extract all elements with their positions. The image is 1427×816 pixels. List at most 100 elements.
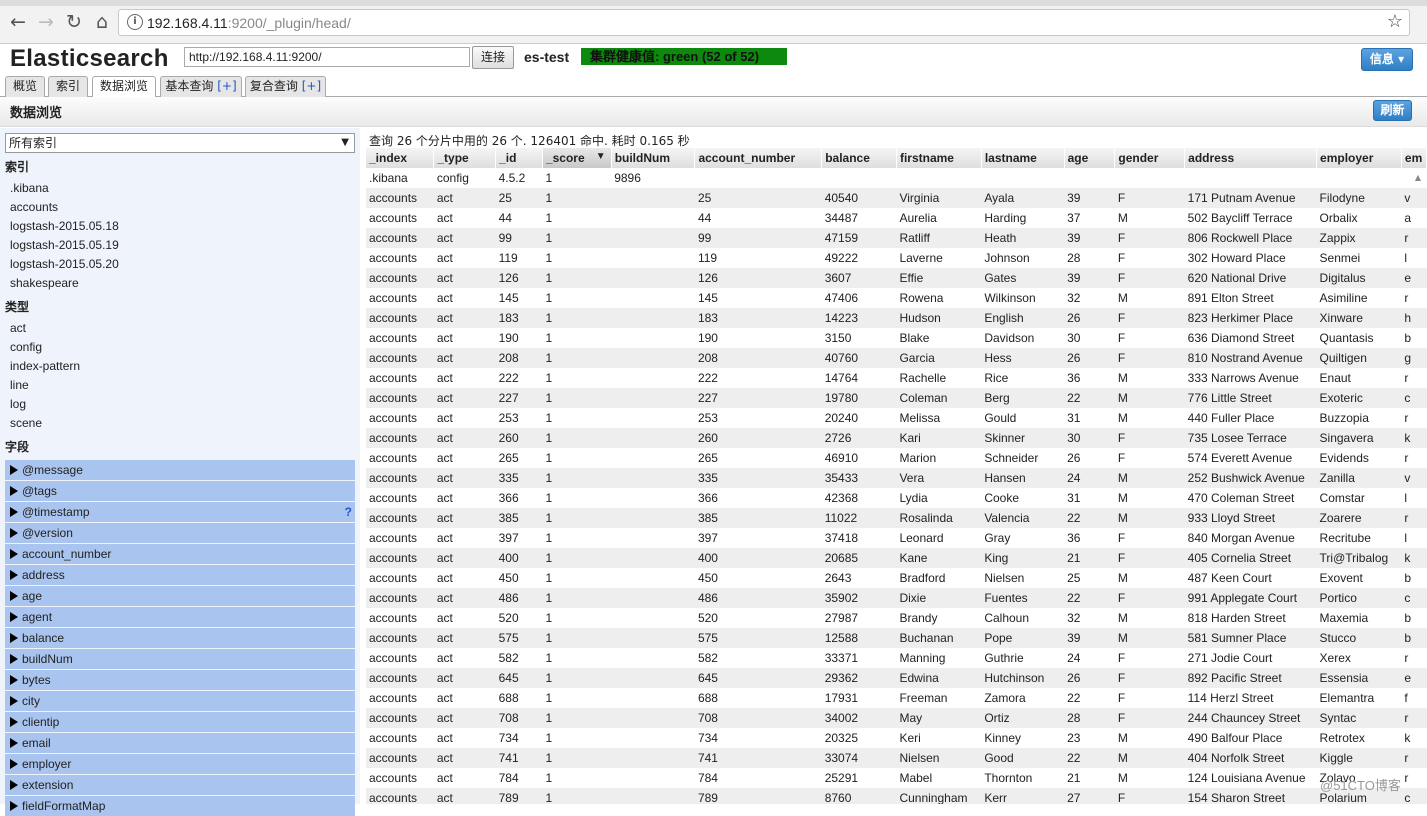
type-item[interactable]: log <box>10 397 26 411</box>
column-header[interactable]: address <box>1184 148 1318 168</box>
expand-triangle-icon[interactable] <box>10 528 18 538</box>
table-row[interactable]: accounts act 645 1 645 29362 Edwina Hutchinson 2… <box>366 668 1427 688</box>
table-row[interactable]: accounts act 183 1 183 14223 Hudson English 26 F 8… <box>366 308 1427 328</box>
field-item[interactable]: age <box>5 586 355 606</box>
refresh-button[interactable]: 刷新 <box>1373 100 1412 121</box>
field-item[interactable]: clientip <box>5 712 355 732</box>
type-item[interactable]: line <box>10 378 29 392</box>
tab-overview[interactable]: 概览 <box>5 76 45 97</box>
table-row[interactable]: accounts act 227 1 227 19780 Coleman Berg 22 M 776… <box>366 388 1427 408</box>
table-row[interactable]: accounts act 397 1 397 37418 Leonard Gray 36 F 840… <box>366 528 1427 548</box>
type-item[interactable]: scene <box>10 416 42 430</box>
index-item[interactable]: logstash-2015.05.19 <box>10 238 119 252</box>
table-row[interactable]: accounts act 385 1 385 11022 Rosalinda Valencia… <box>366 508 1427 528</box>
tab-browser[interactable]: 数据浏览 <box>92 76 156 98</box>
field-item[interactable]: email <box>5 733 355 753</box>
table-row[interactable]: accounts act 335 1 335 35433 Vera Hansen 24 M 252 … <box>366 468 1427 488</box>
field-item[interactable]: city <box>5 691 355 711</box>
field-item[interactable]: balance <box>5 628 355 648</box>
expand-triangle-icon[interactable] <box>10 717 18 727</box>
field-item[interactable]: bytes <box>5 670 355 690</box>
table-row[interactable]: accounts act 260 1 260 2726 Kari Skinner 30 F 735 … <box>366 428 1427 448</box>
expand-triangle-icon[interactable] <box>10 549 18 559</box>
table-row[interactable]: accounts act 208 1 208 40760 Garcia Hess 26 F 810 … <box>366 348 1427 368</box>
table-row[interactable]: .kibana config 4.5.2 1 9896 <box>366 168 1427 188</box>
expand-triangle-icon[interactable] <box>10 738 18 748</box>
index-item[interactable]: logstash-2015.05.20 <box>10 257 119 271</box>
column-header[interactable]: em <box>1401 148 1427 168</box>
expand-triangle-icon[interactable] <box>10 465 18 475</box>
column-header[interactable]: firstname <box>896 148 982 168</box>
expand-triangle-icon[interactable] <box>10 696 18 706</box>
column-header[interactable]: _type <box>433 148 497 168</box>
column-header[interactable]: balance <box>821 148 897 168</box>
column-header[interactable]: account_number <box>694 148 823 168</box>
help-icon[interactable]: ? <box>345 502 352 522</box>
field-item[interactable]: address <box>5 565 355 585</box>
expand-triangle-icon[interactable] <box>10 570 18 580</box>
table-row[interactable]: accounts act 126 1 126 3607 Effie Gates 39 F 620 N… <box>366 268 1427 288</box>
table-row[interactable]: accounts act 688 1 688 17931 Freeman Zamora 22 F 1… <box>366 688 1427 708</box>
table-row[interactable]: accounts act 486 1 486 35902 Dixie Fuentes 22 F 99… <box>366 588 1427 608</box>
type-item[interactable]: index-pattern <box>10 359 80 373</box>
table-row[interactable]: accounts act 119 1 119 49222 Laverne Johnson 28 F… <box>366 248 1427 268</box>
table-row[interactable]: accounts act 222 1 222 14764 Rachelle Rice 36 M 33… <box>366 368 1427 388</box>
table-row[interactable]: accounts act 708 1 708 34002 May Ortiz 28 F 244 Ch… <box>366 708 1427 728</box>
column-header[interactable]: age <box>1064 148 1116 168</box>
back-arrow-icon[interactable]: ← <box>6 10 30 34</box>
table-row[interactable]: accounts act 99 1 99 47159 Ratliff Heath 39 F 806 … <box>366 228 1427 248</box>
field-item[interactable]: @message <box>5 460 355 480</box>
field-item[interactable]: employer <box>5 754 355 774</box>
table-row[interactable]: accounts act 253 1 253 20240 Melissa Gould 31 M 44… <box>366 408 1427 428</box>
table-row[interactable]: accounts act 789 1 789 8760 Cunningham Kerr 27 F 1… <box>366 788 1427 804</box>
bookmark-star-icon[interactable]: ☆ <box>1387 11 1403 32</box>
table-row[interactable]: accounts act 400 1 400 20685 Kane King 21 F 405 Co… <box>366 548 1427 568</box>
expand-triangle-icon[interactable] <box>10 486 18 496</box>
expand-triangle-icon[interactable] <box>10 801 18 811</box>
table-row[interactable]: accounts act 450 1 450 2643 Bradford Nielsen 25 M… <box>366 568 1427 588</box>
table-row[interactable]: accounts act 366 1 366 42368 Lydia Cooke 31 M 470 … <box>366 488 1427 508</box>
field-item[interactable]: fieldFormatMap <box>5 796 355 816</box>
index-item[interactable]: shakespeare <box>10 276 79 290</box>
expand-triangle-icon[interactable] <box>10 759 18 769</box>
column-header[interactable]: buildNum <box>611 148 696 168</box>
table-row[interactable]: accounts act 734 1 734 20325 Keri Kinney 23 M 490 … <box>366 728 1427 748</box>
table-row[interactable]: accounts act 265 1 265 46910 Marion Schneider 26… <box>366 448 1427 468</box>
connect-button[interactable]: 连接 <box>472 46 514 69</box>
expand-triangle-icon[interactable] <box>10 654 18 664</box>
index-item[interactable]: accounts <box>10 200 58 214</box>
field-item[interactable]: buildNum <box>5 649 355 669</box>
info-menu-button[interactable]: 信息 ▾ <box>1361 48 1413 71</box>
index-select[interactable]: 所有索引 ▼ <box>5 133 355 153</box>
field-item[interactable]: agent <box>5 607 355 627</box>
table-row[interactable]: accounts act 190 1 190 3150 Blake Davidson 30 F 63… <box>366 328 1427 348</box>
reload-icon[interactable]: ↻ <box>62 10 86 34</box>
forward-arrow-icon[interactable]: → <box>34 10 58 34</box>
column-header[interactable]: gender <box>1114 148 1186 168</box>
table-row[interactable]: accounts act 44 1 44 34487 Aurelia Harding 37 M 50… <box>366 208 1427 228</box>
scroll-up-arrow-icon[interactable]: ▲ <box>1415 173 1421 182</box>
expand-triangle-icon[interactable] <box>10 612 18 622</box>
table-row[interactable]: accounts act 741 1 741 33074 Nielsen Good 22 M 404… <box>366 748 1427 768</box>
table-row[interactable]: accounts act 145 1 145 47406 Rowena Wilkinson 32… <box>366 288 1427 308</box>
column-header[interactable]: lastname <box>981 148 1065 168</box>
tab-indices[interactable]: 索引 <box>48 76 88 97</box>
field-item[interactable]: @version <box>5 523 355 543</box>
column-header[interactable]: _id <box>495 148 543 168</box>
table-row[interactable]: accounts act 575 1 575 12588 Buchanan Pope 39 M 58… <box>366 628 1427 648</box>
column-header[interactable]: _index <box>366 148 435 168</box>
expand-triangle-icon[interactable] <box>10 591 18 601</box>
index-item[interactable]: logstash-2015.05.18 <box>10 219 119 233</box>
connect-url-input[interactable]: http://192.168.4.11:9200/ <box>184 47 470 67</box>
expand-triangle-icon[interactable] <box>10 675 18 685</box>
field-item[interactable]: extension <box>5 775 355 795</box>
info-icon[interactable]: i <box>127 14 143 30</box>
expand-triangle-icon[interactable] <box>10 633 18 643</box>
table-row[interactable]: accounts act 582 1 582 33371 Manning Guthrie 24 F… <box>366 648 1427 668</box>
expand-triangle-icon[interactable] <box>10 507 18 517</box>
column-header[interactable]: employer <box>1316 148 1402 168</box>
field-item[interactable]: account_number <box>5 544 355 564</box>
index-item[interactable]: .kibana <box>10 181 49 195</box>
expand-triangle-icon[interactable] <box>10 780 18 790</box>
table-row[interactable]: accounts act 25 1 25 40540 Virginia Ayala 39 F 171… <box>366 188 1427 208</box>
